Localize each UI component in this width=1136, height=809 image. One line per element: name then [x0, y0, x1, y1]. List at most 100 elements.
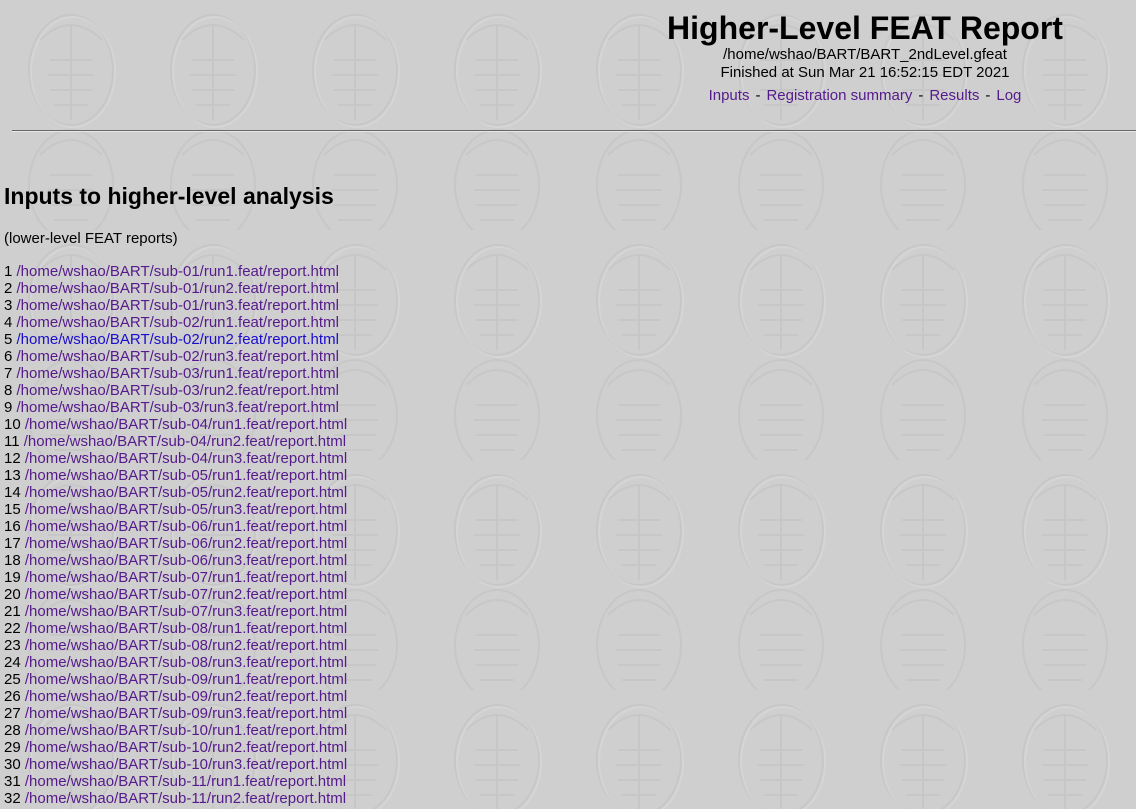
- input-index: 6: [4, 348, 13, 365]
- input-report-link[interactable]: /home/wshao/BART/sub-02/run2.feat/report…: [17, 331, 339, 348]
- input-index: 20: [4, 586, 21, 603]
- input-report-link[interactable]: /home/wshao/BART/sub-02/run1.feat/report…: [17, 314, 339, 331]
- input-report-link[interactable]: /home/wshao/BART/sub-11/run2.feat/report…: [25, 790, 346, 807]
- page-title: Higher-Level FEAT Report: [667, 10, 1063, 46]
- input-index: 7: [4, 365, 13, 382]
- input-report-link[interactable]: /home/wshao/BART/sub-07/run1.feat/report…: [25, 569, 347, 586]
- list-item: 24 /home/wshao/BART/sub-08/run3.feat/rep…: [4, 654, 347, 671]
- input-index: 25: [4, 671, 21, 688]
- nav-separator: -: [755, 87, 761, 104]
- input-report-link[interactable]: /home/wshao/BART/sub-03/run1.feat/report…: [17, 365, 339, 382]
- list-item: 29 /home/wshao/BART/sub-10/run2.feat/rep…: [4, 739, 347, 756]
- input-index: 15: [4, 501, 21, 518]
- input-report-link[interactable]: /home/wshao/BART/sub-06/run1.feat/report…: [25, 518, 347, 535]
- input-report-link[interactable]: /home/wshao/BART/sub-01/run2.feat/report…: [17, 280, 339, 297]
- header-divider: [12, 130, 1136, 132]
- input-report-link[interactable]: /home/wshao/BART/sub-10/run1.feat/report…: [25, 722, 347, 739]
- input-index: 29: [4, 739, 21, 756]
- list-item: 3 /home/wshao/BART/sub-01/run3.feat/repo…: [4, 297, 347, 314]
- input-report-link[interactable]: /home/wshao/BART/sub-11/run1.feat/report…: [25, 773, 346, 790]
- input-index: 32: [4, 790, 21, 807]
- analysis-path: /home/wshao/BART/BART_2ndLevel.gfeat: [723, 46, 1007, 63]
- input-report-link[interactable]: /home/wshao/BART/sub-01/run1.feat/report…: [17, 263, 339, 280]
- nav-link-inputs[interactable]: Inputs: [709, 87, 750, 104]
- input-index: 5: [4, 331, 13, 348]
- input-report-link[interactable]: /home/wshao/BART/sub-08/run3.feat/report…: [25, 654, 347, 671]
- input-report-link[interactable]: /home/wshao/BART/sub-09/run3.feat/report…: [25, 705, 347, 722]
- nav-link-results[interactable]: Results: [929, 87, 979, 104]
- list-item: 1 /home/wshao/BART/sub-01/run1.feat/repo…: [4, 263, 347, 280]
- input-report-link[interactable]: /home/wshao/BART/sub-08/run2.feat/report…: [25, 637, 347, 654]
- input-report-link[interactable]: /home/wshao/BART/sub-03/run3.feat/report…: [17, 399, 339, 416]
- list-item: 28 /home/wshao/BART/sub-10/run1.feat/rep…: [4, 722, 347, 739]
- list-item: 5 /home/wshao/BART/sub-02/run2.feat/repo…: [4, 331, 347, 348]
- list-item: 22 /home/wshao/BART/sub-08/run1.feat/rep…: [4, 620, 347, 637]
- input-index: 3: [4, 297, 13, 314]
- list-item: 19 /home/wshao/BART/sub-07/run1.feat/rep…: [4, 569, 347, 586]
- input-report-link[interactable]: /home/wshao/BART/sub-09/run2.feat/report…: [25, 688, 347, 705]
- finished-timestamp: Finished at Sun Mar 21 16:52:15 EDT 2021: [720, 64, 1010, 81]
- nav-separator: -: [985, 87, 991, 104]
- input-report-link[interactable]: /home/wshao/BART/sub-06/run3.feat/report…: [25, 552, 347, 569]
- list-item: 6 /home/wshao/BART/sub-02/run3.feat/repo…: [4, 348, 347, 365]
- input-index: 31: [4, 773, 21, 790]
- input-report-link[interactable]: /home/wshao/BART/sub-01/run3.feat/report…: [17, 297, 339, 314]
- input-index: 27: [4, 705, 21, 722]
- list-item: 25 /home/wshao/BART/sub-09/run1.feat/rep…: [4, 671, 347, 688]
- input-index: 28: [4, 722, 21, 739]
- input-index: 21: [4, 603, 21, 620]
- input-index: 24: [4, 654, 21, 671]
- list-item: 16 /home/wshao/BART/sub-06/run1.feat/rep…: [4, 518, 347, 535]
- nav-link-log[interactable]: Log: [996, 87, 1021, 104]
- input-report-link[interactable]: /home/wshao/BART/sub-04/run3.feat/report…: [25, 450, 347, 467]
- input-index: 19: [4, 569, 21, 586]
- input-index: 8: [4, 382, 13, 399]
- list-item: 32 /home/wshao/BART/sub-11/run2.feat/rep…: [4, 790, 347, 807]
- section-title: Inputs to higher-level analysis: [4, 183, 334, 209]
- input-report-link[interactable]: /home/wshao/BART/sub-08/run1.feat/report…: [25, 620, 347, 637]
- list-item: 2 /home/wshao/BART/sub-01/run2.feat/repo…: [4, 280, 347, 297]
- input-index: 23: [4, 637, 21, 654]
- input-index: 13: [4, 467, 21, 484]
- input-index: 10: [4, 416, 21, 433]
- input-report-link[interactable]: /home/wshao/BART/sub-09/run1.feat/report…: [25, 671, 347, 688]
- nav-link-registration-summary[interactable]: Registration summary: [766, 87, 912, 104]
- input-index: 26: [4, 688, 21, 705]
- input-report-link[interactable]: /home/wshao/BART/sub-05/run1.feat/report…: [25, 467, 347, 484]
- input-report-link[interactable]: /home/wshao/BART/sub-03/run2.feat/report…: [17, 382, 339, 399]
- input-index: 1: [4, 263, 13, 280]
- list-item: 17 /home/wshao/BART/sub-06/run2.feat/rep…: [4, 535, 347, 552]
- list-item: 10 /home/wshao/BART/sub-04/run1.feat/rep…: [4, 416, 347, 433]
- input-index: 9: [4, 399, 13, 416]
- inputs-section: Inputs to higher-level analysis (lower-l…: [4, 182, 347, 807]
- input-index: 14: [4, 484, 21, 501]
- list-item: 20 /home/wshao/BART/sub-07/run2.feat/rep…: [4, 586, 347, 603]
- input-index: 18: [4, 552, 21, 569]
- section-note: (lower-level FEAT reports): [4, 230, 178, 247]
- input-report-link[interactable]: /home/wshao/BART/sub-07/run3.feat/report…: [25, 603, 347, 620]
- list-item: 9 /home/wshao/BART/sub-03/run3.feat/repo…: [4, 399, 347, 416]
- list-item: 15 /home/wshao/BART/sub-05/run3.feat/rep…: [4, 501, 347, 518]
- report-header: Higher-Level FEAT Report /home/wshao/BAR…: [600, 10, 1130, 106]
- list-item: 30 /home/wshao/BART/sub-10/run3.feat/rep…: [4, 756, 347, 773]
- input-report-link[interactable]: /home/wshao/BART/sub-02/run3.feat/report…: [17, 348, 339, 365]
- input-report-link[interactable]: /home/wshao/BART/sub-04/run2.feat/report…: [24, 433, 346, 450]
- input-report-link[interactable]: /home/wshao/BART/sub-04/run1.feat/report…: [25, 416, 347, 433]
- list-item: 8 /home/wshao/BART/sub-03/run2.feat/repo…: [4, 382, 347, 399]
- input-report-link[interactable]: /home/wshao/BART/sub-06/run2.feat/report…: [25, 535, 347, 552]
- input-report-link[interactable]: /home/wshao/BART/sub-10/run2.feat/report…: [25, 739, 347, 756]
- input-report-link[interactable]: /home/wshao/BART/sub-05/run3.feat/report…: [25, 501, 347, 518]
- input-index: 2: [4, 280, 13, 297]
- input-report-link[interactable]: /home/wshao/BART/sub-05/run2.feat/report…: [25, 484, 347, 501]
- input-report-list: 1 /home/wshao/BART/sub-01/run1.feat/repo…: [4, 263, 347, 807]
- list-item: 18 /home/wshao/BART/sub-06/run3.feat/rep…: [4, 552, 347, 569]
- list-item: 7 /home/wshao/BART/sub-03/run1.feat/repo…: [4, 365, 347, 382]
- list-item: 13 /home/wshao/BART/sub-05/run1.feat/rep…: [4, 467, 347, 484]
- list-item: 31 /home/wshao/BART/sub-11/run1.feat/rep…: [4, 773, 347, 790]
- list-item: 12 /home/wshao/BART/sub-04/run3.feat/rep…: [4, 450, 347, 467]
- input-report-link[interactable]: /home/wshao/BART/sub-07/run2.feat/report…: [25, 586, 347, 603]
- input-index: 4: [4, 314, 13, 331]
- list-item: 4 /home/wshao/BART/sub-02/run1.feat/repo…: [4, 314, 347, 331]
- list-item: 27 /home/wshao/BART/sub-09/run3.feat/rep…: [4, 705, 347, 722]
- input-report-link[interactable]: /home/wshao/BART/sub-10/run3.feat/report…: [25, 756, 347, 773]
